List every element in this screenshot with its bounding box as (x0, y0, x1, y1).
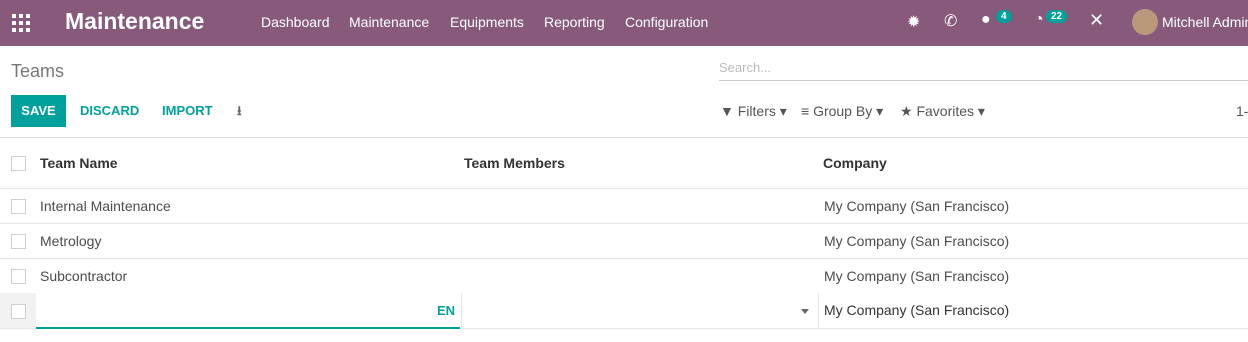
company-cell[interactable]: My Company (San Francisco) (824, 198, 1009, 214)
team-name-cell[interactable]: Metrology (40, 233, 101, 249)
activities-count-badge: 22 (1046, 10, 1068, 23)
filters-label: Filters (737, 103, 776, 119)
app-title: Maintenance (65, 8, 205, 34)
team-members-field[interactable] (461, 293, 819, 328)
column-header-team-members[interactable]: Team Members (464, 155, 565, 171)
favorites-dropdown[interactable]: ★ Favorites ▾ (900, 103, 985, 120)
import-button[interactable]: IMPORT (162, 103, 213, 118)
nav-reporting[interactable]: Reporting (544, 14, 605, 30)
chevron-down-icon: ▾ (977, 103, 985, 119)
clock-icon[interactable]: ◔ (1034, 11, 1044, 29)
filter-icon: ▼ (720, 103, 734, 119)
top-navbar: Maintenance Dashboard Maintenance Equipm… (0, 0, 1248, 46)
phone-icon[interactable]: ✆ (944, 11, 957, 31)
list-icon: ≡ (801, 103, 810, 119)
chevron-down-icon: ▾ (779, 103, 787, 119)
row-checkbox[interactable] (11, 234, 26, 249)
search-input[interactable] (719, 58, 1248, 77)
team-name-cell[interactable]: Internal Maintenance (40, 198, 171, 214)
company-cell[interactable]: My Company (San Francisco) (824, 233, 1009, 249)
filters-dropdown[interactable]: ▼ Filters ▾ (720, 103, 787, 120)
bug-icon[interactable]: ✹ (907, 12, 920, 32)
company-field[interactable]: My Company (San Francisco) (824, 302, 1009, 318)
discard-button[interactable]: DISCARD (80, 103, 139, 118)
table-header: Team Name Team Members Company (0, 138, 1248, 189)
download-icon[interactable]: ⭳ (237, 102, 242, 124)
column-header-team-name[interactable]: Team Name (40, 155, 118, 171)
apps-menu-icon[interactable] (12, 14, 30, 32)
avatar[interactable] (1132, 9, 1158, 35)
table-row[interactable]: Internal Maintenance My Company (San Fra… (0, 189, 1248, 224)
pager-value[interactable]: 1- (1236, 103, 1248, 119)
close-icon[interactable]: ✕ (1089, 10, 1104, 31)
editable-row[interactable]: EN My Company (San Francisco) (0, 293, 1248, 329)
search-bar (719, 58, 1248, 81)
nav-maintenance[interactable]: Maintenance (349, 14, 429, 30)
star-icon: ★ (900, 103, 913, 119)
chevron-down-icon[interactable] (801, 309, 809, 314)
company-cell[interactable]: My Company (San Francisco) (824, 268, 1009, 284)
nav-configuration[interactable]: Configuration (625, 14, 708, 30)
nav-dashboard[interactable]: Dashboard (261, 14, 330, 30)
select-all-checkbox[interactable] (11, 156, 26, 171)
table-row[interactable]: Metrology My Company (San Francisco) (0, 224, 1248, 259)
column-header-company[interactable]: Company (823, 155, 887, 171)
group-by-label: Group By (813, 103, 873, 119)
messages-count-badge: 4 (996, 10, 1012, 23)
page-title: Teams (11, 61, 65, 81)
user-name[interactable]: Mitchell Admin (1162, 14, 1248, 30)
chat-icon[interactable]: ● (981, 11, 991, 29)
favorites-label: Favorites (916, 103, 975, 119)
row-checkbox[interactable] (11, 304, 26, 319)
group-by-dropdown[interactable]: ≡ Group By ▾ (801, 103, 883, 120)
row-checkbox[interactable] (11, 199, 26, 214)
team-name-cell[interactable]: Subcontractor (40, 268, 127, 284)
team-name-field[interactable] (36, 293, 460, 329)
save-button[interactable]: SAVE (11, 95, 66, 127)
nav-equipments[interactable]: Equipments (450, 14, 524, 30)
chevron-down-icon: ▾ (876, 103, 884, 119)
table-row[interactable]: Subcontractor My Company (San Francisco) (0, 259, 1248, 294)
row-checkbox[interactable] (11, 269, 26, 284)
language-button[interactable]: EN (437, 303, 455, 318)
